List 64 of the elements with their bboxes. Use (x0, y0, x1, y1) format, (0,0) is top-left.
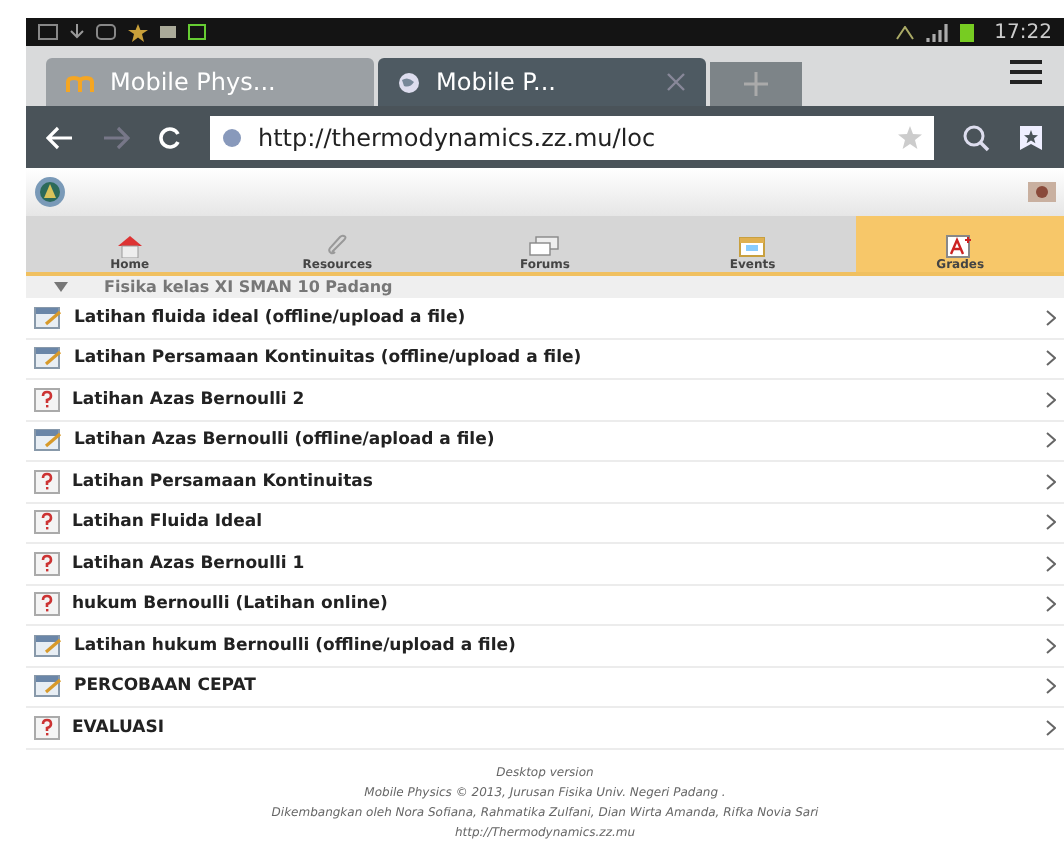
battery-outline-icon (188, 24, 206, 40)
activity-row[interactable]: EVALUASI (26, 708, 1064, 749)
chevron-icon (1046, 719, 1056, 736)
chevron-icon (1046, 555, 1056, 572)
quiz-icon (34, 510, 60, 535)
chevron-icon (1046, 391, 1056, 408)
activity-row[interactable]: Latihan Azas Bernoulli 1 (26, 544, 1064, 585)
reload-icon[interactable] (158, 125, 182, 149)
speech-bubbles-icon (528, 236, 561, 258)
wifi-icon (896, 25, 915, 39)
quiz-icon (34, 551, 60, 576)
quiz-icon (34, 387, 60, 412)
star-icon (128, 23, 148, 41)
quiz-icon (34, 469, 60, 494)
activity-row[interactable]: Latihan fluida ideal (offline/upload a file) (26, 298, 1064, 339)
rounded-square-icon (96, 24, 116, 40)
paperclip-icon (325, 234, 350, 258)
globe-icon (222, 127, 242, 147)
clock-time: 17:22 (994, 21, 1052, 43)
battery-icon (960, 23, 975, 41)
chevron-icon (1046, 514, 1056, 531)
activity-row[interactable]: Latihan Persamaan Kontinuitas (26, 462, 1064, 503)
activity-row[interactable]: Latihan Persamaan Kontinuitas (offline/upload a file) (26, 339, 1064, 380)
collapse-triangle-icon[interactable] (54, 282, 68, 292)
chevron-icon (1046, 350, 1056, 367)
activity-row[interactable]: PERCOBAAN CEPAT (26, 667, 1064, 708)
box-icon (160, 26, 176, 38)
star-icon[interactable] (898, 125, 922, 149)
menu-icon[interactable] (1008, 58, 1044, 86)
section-header[interactable]: Fisika kelas XI SMAN 10 Padang (26, 276, 1064, 298)
assignment-icon (34, 674, 62, 699)
assignment-icon (34, 346, 62, 371)
emblem-icon[interactable] (34, 176, 66, 208)
grade-icon (946, 234, 975, 258)
home-icon (115, 234, 144, 258)
chevron-icon (1046, 678, 1056, 695)
activity-row[interactable]: hukum Bernoulli (Latihan online) (26, 585, 1064, 626)
globe-icon (398, 71, 420, 93)
calendar-icon (738, 234, 767, 258)
activity-row[interactable]: Latihan hukum Bernoulli (offline/upload a file) (26, 626, 1064, 667)
activity-row[interactable]: Latihan Azas Bernoulli 2 (26, 380, 1064, 421)
bookmark-icon[interactable] (1018, 123, 1044, 151)
chevron-icon (1046, 596, 1056, 613)
quiz-icon (34, 592, 60, 617)
quiz-icon (34, 715, 60, 740)
plus-icon (744, 72, 768, 96)
assignment-icon (34, 428, 62, 453)
browser-tab[interactable]: Mobile P... (378, 58, 706, 106)
download-icon (70, 24, 84, 40)
url-field[interactable]: http://thermodynamics.zz.mu/loc (210, 115, 934, 159)
activity-row[interactable]: Latihan Azas Bernoulli (offline/apload a file) (26, 421, 1064, 462)
assignment-icon (34, 305, 62, 330)
back-arrow-icon[interactable] (46, 125, 74, 149)
image-icon (38, 24, 58, 40)
search-icon[interactable] (962, 123, 990, 151)
activity-row[interactable]: Latihan Fluida Ideal (26, 503, 1064, 544)
signal-icon (926, 23, 949, 41)
chevron-icon (1046, 473, 1056, 490)
chevron-icon (1046, 637, 1056, 654)
assignment-icon (34, 633, 62, 658)
chevron-icon (1046, 309, 1056, 326)
avatar-icon[interactable] (1028, 182, 1056, 202)
chevron-icon (1046, 432, 1056, 449)
moodle-logo-icon (66, 73, 94, 91)
